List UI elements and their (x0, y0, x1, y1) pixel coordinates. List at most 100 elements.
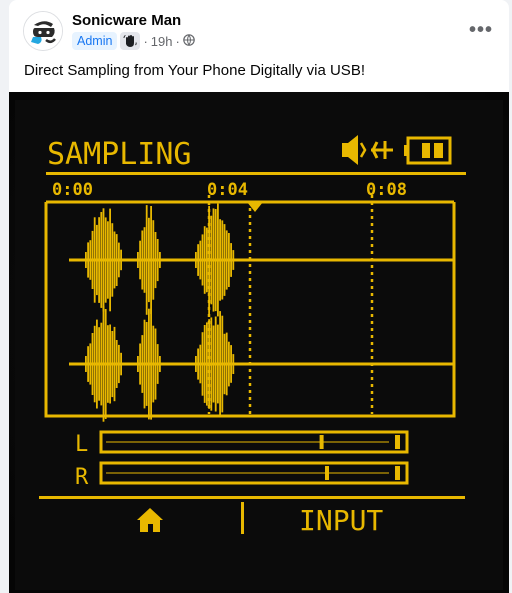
post-card: Sonicware Man Admin · 19h · ••• Direct S… (9, 0, 509, 593)
waveform-bar (225, 230, 228, 290)
waveform-bar (208, 319, 210, 409)
waveform-bar (228, 341, 230, 387)
waveform-bar (150, 206, 152, 314)
waveform-bar (148, 308, 150, 420)
screen-title: SAMPLING (47, 137, 192, 172)
waveform-bar (199, 240, 202, 280)
time-mark-start: 0:00 (52, 180, 93, 200)
waveform-bar (115, 234, 118, 286)
waveform-bar (87, 346, 89, 382)
waveform-bar (232, 250, 235, 270)
waveform-bar (137, 356, 139, 372)
waveform-bar (141, 335, 144, 393)
waveform-bar (197, 244, 199, 276)
waveform-bar (221, 315, 224, 413)
waveform-bar (201, 332, 204, 396)
sonicware-logo-icon (24, 12, 62, 50)
waveform-bar (91, 333, 94, 395)
waveform-bar (143, 319, 146, 409)
post-header: Sonicware Man Admin · 19h · ••• (9, 0, 509, 60)
waveform-bar (85, 356, 87, 372)
waveform-bar (203, 226, 206, 294)
waveform-bar (197, 348, 199, 380)
waveform-bar (102, 306, 105, 422)
post-caption: Direct Sampling from Your Phone Digitall… (24, 62, 365, 79)
waveform-bar (120, 352, 122, 376)
waveform-bar (206, 322, 208, 406)
waveform-bar (109, 324, 111, 404)
waveform-bar (145, 205, 148, 315)
waveform-bar (113, 231, 116, 289)
waveform-bar (154, 232, 157, 289)
post-meta: Admin · 19h · (72, 32, 195, 50)
waveform-bar (203, 325, 206, 403)
waveform-bar (93, 217, 96, 303)
waveform-bar (212, 325, 215, 403)
post-video[interactable]: SAMPLING 0:00 0:04 0:08 L R INPUT (9, 92, 509, 593)
waveform-bar (195, 356, 197, 372)
waveform-bar (91, 230, 94, 289)
waveform-bar (148, 217, 150, 303)
device-screen-display: SAMPLING 0:00 0:04 0:08 L R INPUT (9, 92, 509, 593)
meta-separator: · (143, 33, 148, 49)
waveform-bar (139, 343, 141, 385)
waveform-bar (152, 325, 155, 403)
waveform-bar (230, 243, 232, 277)
post-time[interactable]: 19h (151, 34, 173, 49)
waveform-bar (232, 354, 235, 374)
waveform-bar (89, 240, 92, 280)
author-name[interactable]: Sonicware Man (72, 12, 181, 29)
waveform-bar (221, 220, 224, 300)
waveform-bar (96, 319, 98, 409)
footer-divider (39, 496, 465, 499)
right-channel-label: R (75, 465, 89, 490)
hand-wave-icon[interactable] (120, 32, 141, 50)
waveform-bar (118, 344, 120, 384)
waveform-bar (93, 325, 96, 403)
left-channel-label: L (75, 432, 88, 457)
waveform-bar (214, 209, 217, 312)
waveform-bar (154, 328, 157, 400)
waveform-bar (107, 221, 109, 299)
waveform-bar (219, 219, 221, 301)
waveform-bar (113, 326, 116, 402)
footer-separator (241, 502, 244, 534)
time-mark-middle: 0:04 (207, 180, 248, 200)
waveform-bar (85, 252, 87, 268)
waveform-bar (210, 215, 213, 305)
waveform-bar (225, 332, 228, 396)
waveform-bar (100, 212, 103, 308)
waveform-bar (208, 205, 210, 315)
waveform-bar (139, 240, 141, 280)
waveform-bar (102, 208, 105, 312)
waveform-bar (111, 331, 114, 398)
waveform-bar (111, 223, 114, 297)
globe-icon[interactable] (183, 33, 195, 49)
meta-separator-2: · (175, 33, 180, 49)
waveform-bar (145, 322, 148, 406)
waveform-bar (199, 344, 202, 384)
waveform-bar (115, 340, 118, 388)
waveform-bar (201, 234, 204, 286)
waveform-bar (217, 203, 219, 317)
waveform-bar (159, 252, 161, 268)
waveform-bar (210, 317, 213, 411)
admin-badge[interactable]: Admin (72, 32, 118, 50)
waveform-bar (214, 316, 217, 412)
waveform-bar (195, 252, 197, 268)
waveform-bar (217, 324, 219, 404)
waveform-bar (159, 356, 161, 372)
waveform-bar (143, 227, 146, 293)
input-label: INPUT (299, 504, 383, 537)
more-options-button[interactable]: ••• (465, 16, 497, 44)
waveform-bar (223, 333, 226, 395)
waveform-bar (223, 224, 226, 296)
waveform-bar (156, 239, 159, 282)
waveform-bar (89, 343, 92, 385)
waveform-bar (104, 217, 107, 303)
waveform-bar (109, 208, 111, 312)
waveform-bar (100, 322, 103, 406)
waveform-bar (152, 220, 155, 300)
waveform-bar (228, 233, 230, 287)
avatar[interactable] (23, 11, 63, 51)
